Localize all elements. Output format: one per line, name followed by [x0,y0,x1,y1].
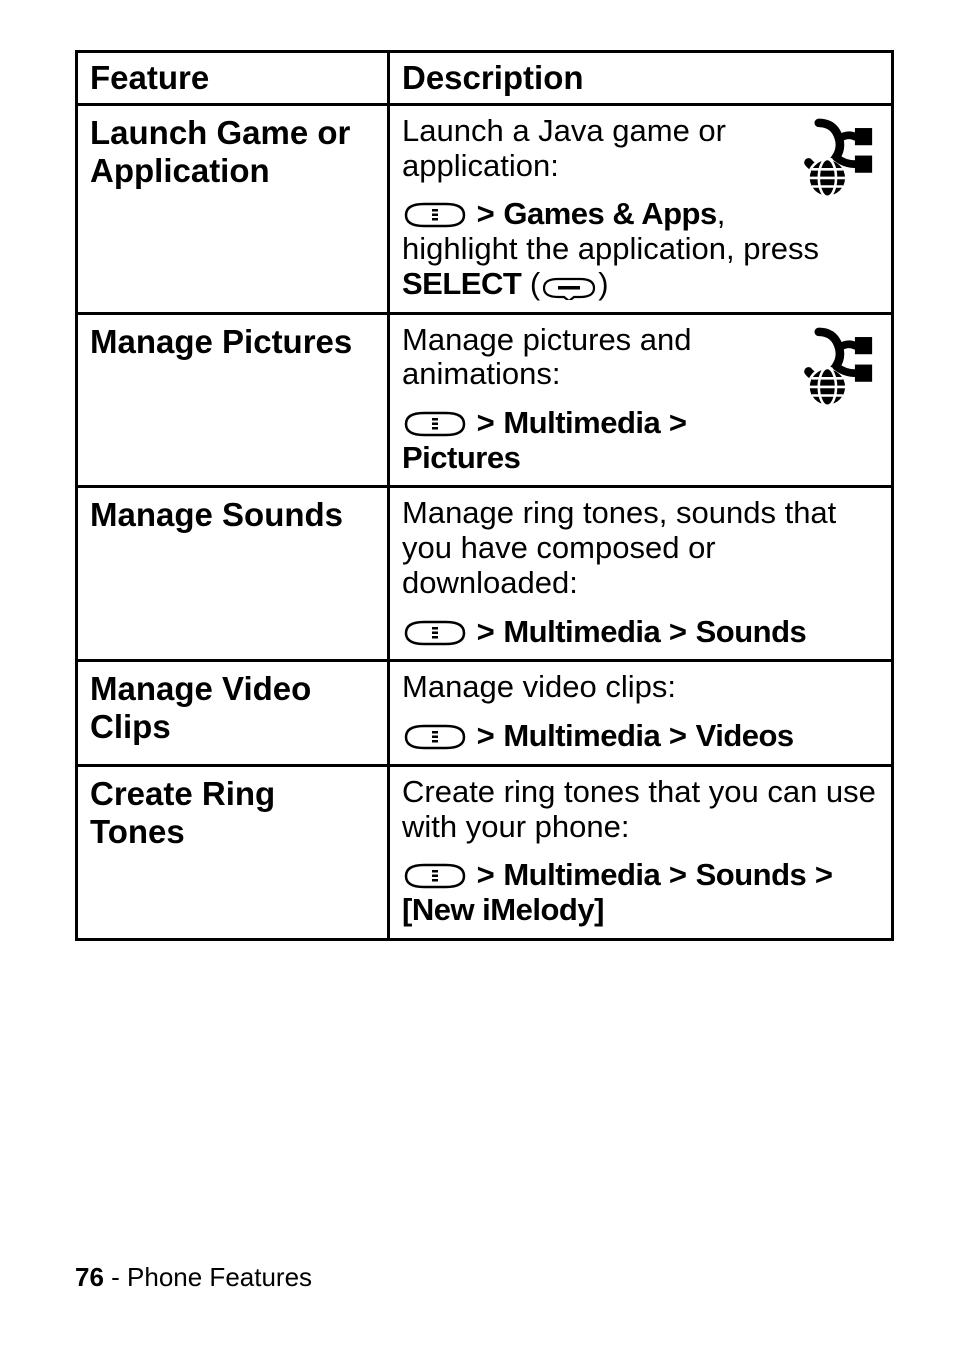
page-number: 76 [75,1262,104,1292]
feature-name: Launch Game or Application [90,114,375,190]
navigation-path: > Multimedia > Videos [402,719,879,754]
footer-sep: - [104,1262,127,1292]
description-cell: Launch a Java game or application: > Gam… [389,105,893,314]
menu-key-icon [402,861,468,891]
ota-app-icon [793,116,879,202]
description-text: Create ring tones that you can use with … [402,775,879,844]
table-row: Create Ring Tones Create ring tones that … [77,765,893,939]
table-row: Manage Video ClipsManage video clips: > … [77,661,893,765]
table-row: Launch Game or ApplicationLaunch a Java … [77,105,893,314]
feature-cell: Launch Game or Application [77,105,389,314]
description-cell: Create ring tones that you can use with … [389,765,893,939]
features-tbody: Launch Game or ApplicationLaunch a Java … [77,105,893,940]
navigation-path: > Multimedia > Sounds [402,615,879,650]
feature-cell: Manage Sounds [77,487,389,661]
feature-cell: Create Ring Tones [77,765,389,939]
navigation-path: > Multimedia > Sounds > [New iMelody] [402,858,879,927]
feature-name: Create Ring Tones [90,775,375,851]
description-cell: Manage pictures and animations: > Multim… [389,313,893,487]
description-cell: Manage ring tones, sounds that you have … [389,487,893,661]
feature-cell: Manage Video Clips [77,661,389,765]
description-cell: Manage video clips: > Multimedia > Video… [389,661,893,765]
navigation-path: > Multimedia > Pictures [402,406,879,475]
menu-key-icon [402,200,468,230]
description-text: Manage video clips: [402,670,879,705]
header-description: Description [389,52,893,105]
description-text: Manage ring tones, sounds that you have … [402,496,879,600]
feature-name: Manage Sounds [90,496,375,534]
menu-key-icon [402,618,468,648]
feature-cell: Manage Pictures [77,313,389,487]
navigation-path: > Games & Apps, highlight the applicatio… [402,197,879,301]
table-row: Manage Pictures Manage pictures and anima… [77,313,893,487]
footer-section: Phone Features [127,1262,312,1292]
softkey-icon [540,276,598,300]
page-footer: 76 - Phone Features [75,1262,312,1293]
menu-key-icon [402,409,468,439]
feature-name: Manage Video Clips [90,670,375,746]
menu-key-icon [402,722,468,752]
ota-app-icon [793,325,879,411]
header-feature: Feature [77,52,389,105]
features-table: Feature Description Launch Game or Appli… [75,50,894,941]
table-row: Manage Sounds Manage ring tones, sounds t… [77,487,893,661]
feature-name: Manage Pictures [90,323,375,361]
